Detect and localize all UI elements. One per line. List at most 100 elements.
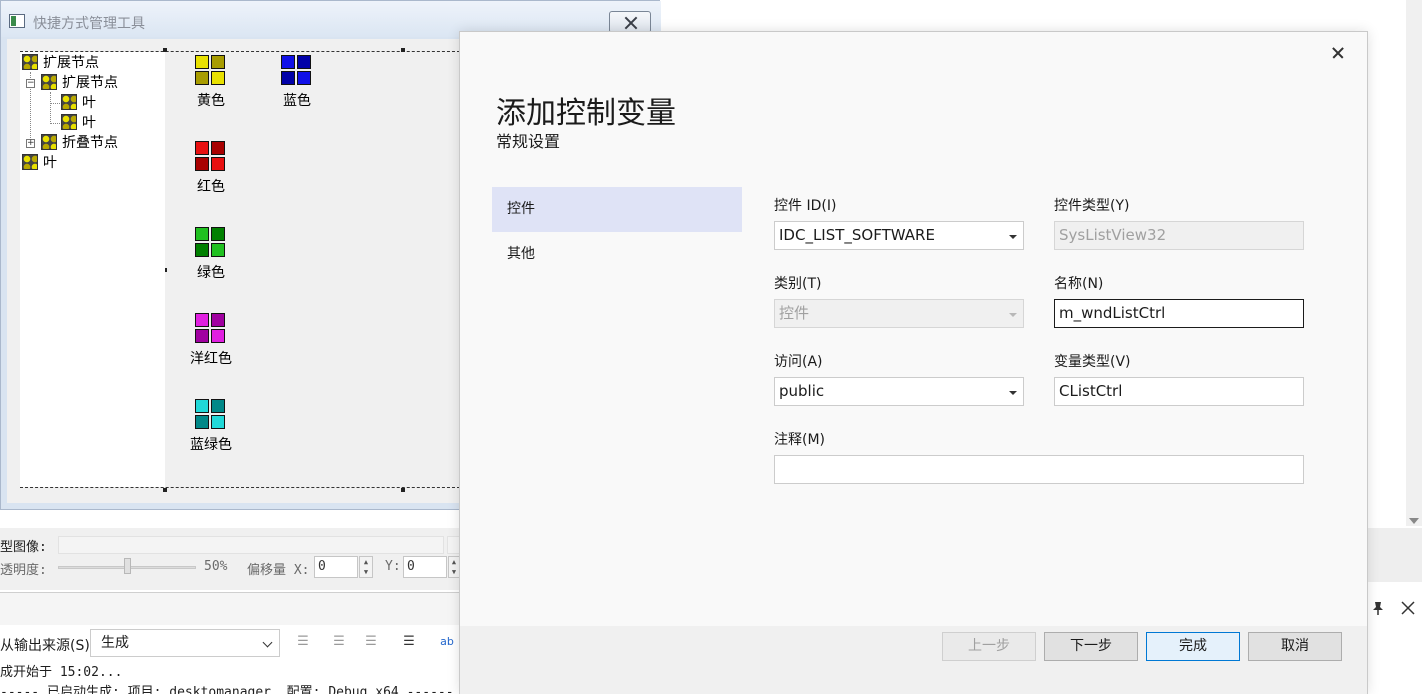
image-settings-panel: 型图像: 透明度: 50% 偏移量 X: 0 ▲ ▼ Y: 0 ▲ ▼ [0,528,460,590]
tree-item-label: 叶 [43,155,57,171]
tree-item[interactable]: 折叠节点 [41,134,118,152]
clear-all-icon[interactable]: ☰ [400,633,418,651]
variable-type-label: 变量类型(V) [1054,354,1131,370]
cancel-button[interactable]: 取消 [1248,632,1342,661]
align-left-icon[interactable]: ☰ [294,633,312,651]
vertical-scrollbar[interactable] [1406,0,1422,526]
access-label: 访问(A) [774,354,823,370]
cyan-icon[interactable] [195,399,227,431]
output-panel-header [0,593,460,625]
dropdown-caret-icon [1009,313,1017,317]
node-icon [41,134,57,150]
output-source-select[interactable]: 生成 [90,629,280,657]
tree-collapse-toggle[interactable]: − [26,79,35,88]
node-icon [41,74,57,90]
color-label: 绿色 [197,265,225,281]
tree-expand-toggle[interactable]: + [26,139,35,148]
indent-icon[interactable]: ☰ [362,633,380,651]
output-line: 成开始于 15:02... [0,665,123,680]
color-label: 蓝绿色 [190,437,232,453]
word-wrap-icon[interactable]: ab [438,633,456,651]
dropdown-caret-icon [1009,391,1017,395]
screen: 快捷方式管理工具 扩展节点 − 扩展节点 叶 叶 + 折叠节点 叶 黄色 蓝色 … [0,0,1422,694]
node-icon [61,114,77,130]
comment-label: 注释(M) [774,432,826,448]
name-input[interactable]: m_wndListCtrl [1054,299,1304,328]
offset-y-label: Y: [385,559,401,574]
next-button[interactable]: 下一步 [1044,632,1138,661]
color-label: 蓝色 [283,93,311,109]
access-value: public [779,382,825,400]
green-icon[interactable] [195,227,227,259]
yellow-icon[interactable] [195,55,227,87]
category-label: 类别(T) [774,276,822,292]
image-label: 型图像: [0,540,47,555]
tree-line [50,92,51,122]
tree-line [50,103,60,104]
category-combo: 控件 [774,299,1024,328]
resize-handle[interactable] [163,488,167,492]
offset-x-input[interactable]: 0 [314,556,358,578]
resize-handle[interactable] [401,48,405,52]
tree-item-label: 叶 [82,95,96,111]
control-type-label: 控件类型(Y) [1054,198,1130,214]
control-id-label: 控件 ID(I) [774,198,837,214]
close-icon[interactable] [1401,601,1415,615]
editor-close-button[interactable] [609,11,651,33]
node-icon [22,154,38,170]
color-label: 洋红色 [190,351,232,367]
color-label: 红色 [197,179,225,195]
nav-item-control[interactable]: 控件 [492,187,742,232]
tree-item[interactable]: 叶 [61,94,96,112]
tree-item-label: 折叠节点 [62,135,118,151]
opacity-label: 透明度: [0,563,47,578]
pin-icon[interactable] [1372,601,1384,615]
outdent-icon[interactable]: ☰ [330,633,348,651]
back-button: 上一步 [942,632,1036,661]
variable-type-input[interactable]: CListCtrl [1054,377,1304,406]
access-combo[interactable]: public [774,377,1024,406]
dialog-title: 添加控制变量 [496,96,676,131]
control-id-combo[interactable]: IDC_LIST_SOFTWARE [774,221,1024,250]
node-icon [61,94,77,110]
editor-window-title: 快捷方式管理工具 [33,16,145,32]
blue-icon[interactable] [281,55,313,87]
dialog-close-icon[interactable] [1328,43,1348,63]
magenta-icon[interactable] [195,313,227,345]
add-control-variable-dialog: 添加控制变量 常规设置 控件 其他 控件 ID(I) IDC_LIST_SOFT… [459,31,1368,694]
tree-item[interactable]: 叶 [22,154,57,172]
resize-handle[interactable] [401,488,405,492]
output-line: ----- 已启动生成: 项目: desktomanager, 配置: Debu… [0,685,454,694]
category-value: 控件 [779,304,810,322]
image-path-field[interactable] [58,536,444,554]
chevron-down-icon [262,637,273,648]
opacity-value: 50% [204,559,228,574]
offset-x-spinner[interactable]: ▲ ▼ [359,556,373,578]
color-label: 黄色 [197,93,225,109]
scroll-down-icon[interactable] [1409,518,1419,524]
dropdown-caret-icon [1009,235,1017,239]
control-id-value: IDC_LIST_SOFTWARE [779,226,935,244]
tree-item-label: 叶 [82,115,96,131]
dialog-subtitle: 常规设置 [496,132,561,151]
output-source-value: 生成 [101,635,129,651]
offset-x-label: 偏移量 X: [247,563,310,578]
output-panel: 从输出来源(S): 生成 ☰ ☰ ☰ ☰ ab 成开始于 15:02... --… [0,592,460,694]
window-icon [9,14,25,28]
finish-button[interactable]: 完成 [1146,632,1240,661]
tree-item-label: 扩展节点 [43,55,99,71]
node-icon [22,54,38,70]
comment-input[interactable] [774,455,1304,484]
tree-line [50,123,60,124]
red-icon[interactable] [195,141,227,173]
tree-item[interactable]: 扩展节点 [22,54,99,72]
offset-y-input[interactable]: 0 [403,556,447,578]
tree-item[interactable]: 叶 [61,114,96,132]
tree-item-label: 扩展节点 [62,75,118,91]
right-panel-strip [1367,528,1422,582]
name-label: 名称(N) [1054,276,1104,292]
opacity-slider-thumb[interactable] [124,558,131,574]
tree-item[interactable]: 扩展节点 [41,74,118,92]
nav-item-other[interactable]: 其他 [492,232,742,277]
selection-border-bottom [20,487,460,488]
